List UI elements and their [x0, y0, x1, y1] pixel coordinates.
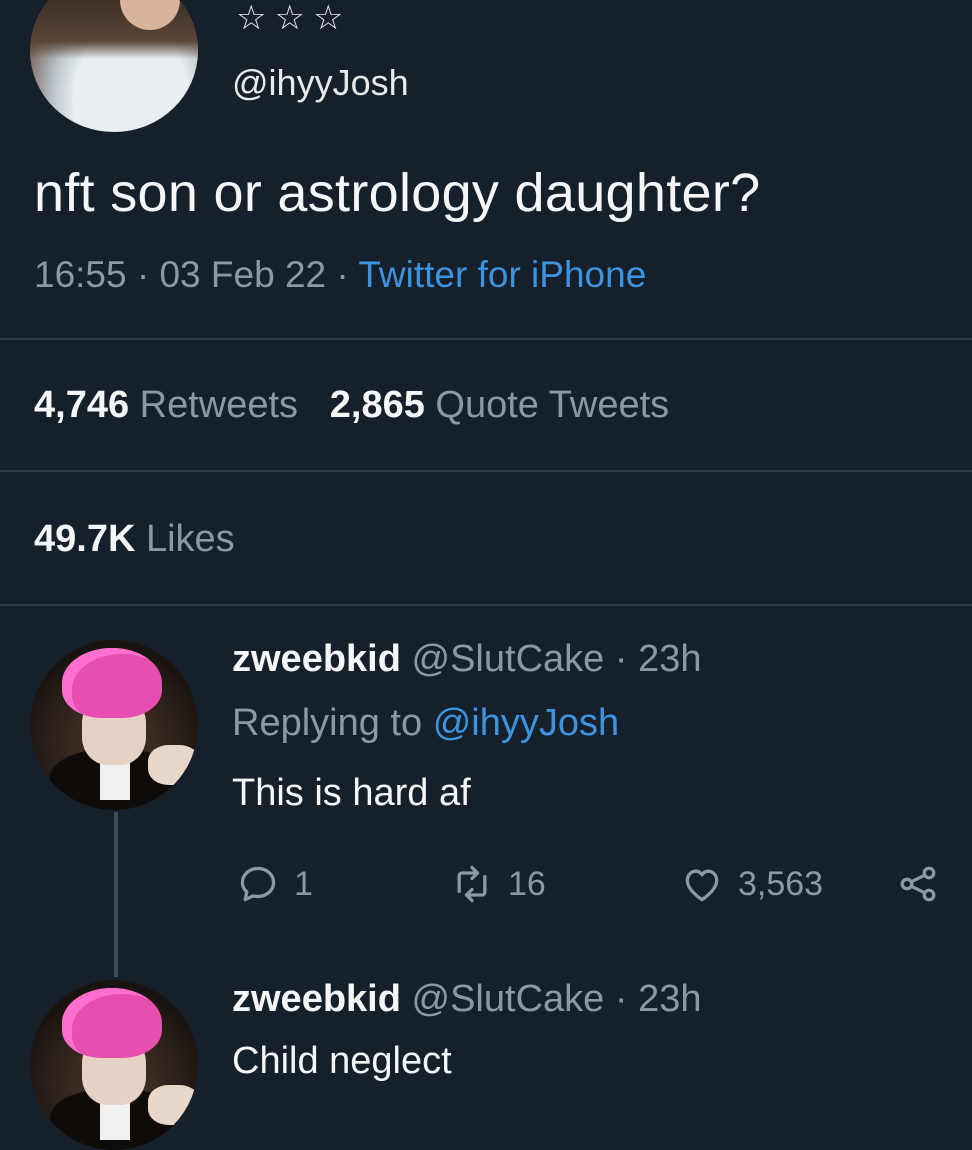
meta-separator: ·	[336, 254, 349, 295]
retweets-stat[interactable]: 4,746 Retweets	[34, 384, 309, 426]
like-count: 3,563	[738, 864, 824, 903]
likes-label: Likes	[145, 518, 235, 560]
reply-author-name[interactable]: zweebkid	[232, 638, 401, 680]
quote-tweets-stat[interactable]: 2,865 Quote Tweets	[330, 384, 669, 426]
retweet-button[interactable]: 16	[450, 862, 546, 906]
reply-text: This is hard af	[232, 772, 471, 814]
tweet-text: nft son or astrology daughter?	[34, 163, 761, 223]
likes-count: 49.7K	[34, 518, 136, 560]
reply-author-name[interactable]: zweebkid	[232, 978, 401, 1020]
reply-header: zweebkid @SlutCake · 23h	[232, 978, 701, 1021]
tweet-source-link[interactable]: Twitter for iPhone	[358, 254, 646, 295]
retweet-icon	[457, 865, 487, 903]
author-handle[interactable]: @ihyyJosh	[232, 62, 409, 104]
reply-age: 23h	[638, 638, 702, 680]
tweet-date: 03 Feb 22	[159, 254, 327, 295]
reply-avatar[interactable]	[30, 980, 198, 1150]
meta-separator: ·	[614, 638, 628, 680]
replying-to: Replying to @ihyyJosh	[232, 702, 619, 745]
heart-icon	[685, 869, 719, 902]
reply-text: Child neglect	[232, 1040, 452, 1082]
reply-icon	[240, 866, 276, 902]
reply-button[interactable]: 1	[236, 862, 313, 906]
reply-header: zweebkid @SlutCake · 23h	[232, 638, 701, 681]
tweet-meta: 16:55 · 03 Feb 22 · Twitter for iPhone	[34, 254, 646, 296]
meta-separator: ·	[614, 978, 628, 1020]
reply-action-bar: 1 16 3,563	[232, 862, 952, 908]
reply-count: 1	[294, 864, 313, 903]
quote-tweets-label: Quote Tweets	[435, 384, 670, 426]
share-icon	[900, 866, 936, 902]
replying-mention-link[interactable]: @ihyyJosh	[433, 702, 619, 744]
divider	[0, 338, 972, 340]
quote-tweets-count: 2,865	[329, 384, 425, 426]
meta-separator: ·	[136, 254, 150, 295]
stars-decoration: ☆☆☆	[236, 0, 352, 37]
replying-prefix: Replying to	[232, 702, 423, 744]
reply-author-handle[interactable]: @SlutCake	[412, 638, 605, 680]
retweets-count: 4,746	[34, 384, 130, 426]
divider	[0, 470, 972, 472]
engagement-stats: 4,746 Retweets 2,865 Quote Tweets	[34, 384, 669, 427]
retweets-label: Retweets	[139, 384, 299, 426]
tweet-time: 16:55	[34, 254, 127, 295]
reply-avatar[interactable]	[30, 640, 198, 810]
likes-stat[interactable]: 49.7K Likes	[34, 518, 235, 561]
reply-age: 23h	[638, 978, 702, 1020]
author-avatar[interactable]	[30, 0, 198, 132]
reply-author-handle[interactable]: @SlutCake	[412, 978, 605, 1020]
thread-line	[114, 812, 118, 977]
share-button[interactable]	[896, 862, 940, 906]
retweet-count: 16	[508, 864, 546, 903]
like-button[interactable]: 3,563	[680, 862, 823, 906]
divider	[0, 604, 972, 606]
